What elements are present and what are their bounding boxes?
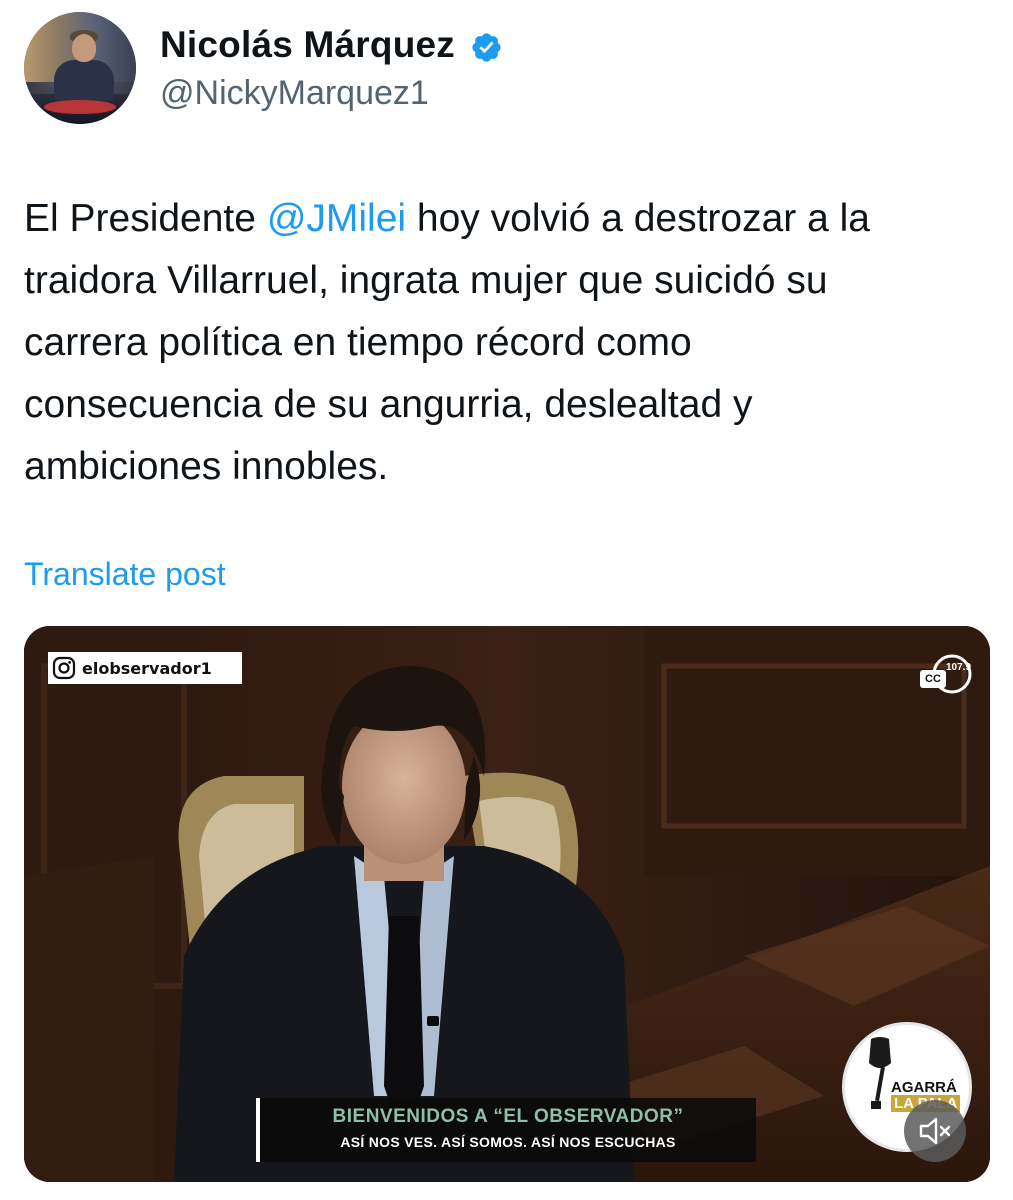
channel-logo: CC 107.9 (918, 650, 974, 698)
frequency-label: 107.9 (946, 662, 972, 673)
instagram-handle: elobservador1 (82, 658, 212, 678)
video-player[interactable]: elobservador1 CC 107.9 BIENVENIDOS A “EL… (24, 626, 990, 1182)
post-line-5: ambiciones innobles. (24, 445, 389, 488)
avatar-person-body (54, 60, 114, 100)
translate-post-link[interactable]: Translate post (24, 556, 226, 593)
instagram-icon (52, 656, 76, 680)
post-line-4: consecuencia de su angurria, deslealtad … (24, 383, 753, 426)
avatar-desk-accent (44, 100, 116, 114)
post-line-2: traidora Villarruel, ingrata mujer que s… (24, 259, 828, 302)
lower-third-title: BIENVENIDOS A “EL OBSERVADOR” (332, 1106, 684, 1127)
speaker-muted-icon (919, 1117, 951, 1145)
avatar-person-head (72, 34, 96, 62)
post-text-segment: El Presidente (24, 197, 267, 240)
post-text: El Presidente @JMilei hoy volvió a destr… (24, 188, 984, 498)
author-name[interactable]: Nicolás Márquez (160, 24, 455, 66)
cc-label: CC (920, 670, 946, 688)
instagram-watermark: elobservador1 (48, 652, 242, 684)
post-line-3: carrera política en tiempo récord como (24, 321, 692, 364)
verified-badge-icon (472, 33, 501, 62)
author-avatar[interactable] (24, 12, 136, 124)
mute-toggle-button[interactable] (904, 1100, 966, 1162)
lower-third-banner: BIENVENIDOS A “EL OBSERVADOR” ASÍ NOS VE… (256, 1098, 756, 1162)
author-handle[interactable]: @NickyMarquez1 (160, 74, 429, 113)
lower-third-subtitle: ASÍ NOS VES. ASÍ SOMOS. ASÍ NOS ESCUCHAS (340, 1134, 676, 1150)
logo-text-line1: AGARRÁ (891, 1079, 957, 1096)
mention-link[interactable]: @JMilei (267, 197, 406, 240)
post-line-1: El Presidente @JMilei hoy volvió a destr… (24, 188, 984, 250)
post-text-segment: hoy volvió a destrozar a la (406, 197, 870, 240)
